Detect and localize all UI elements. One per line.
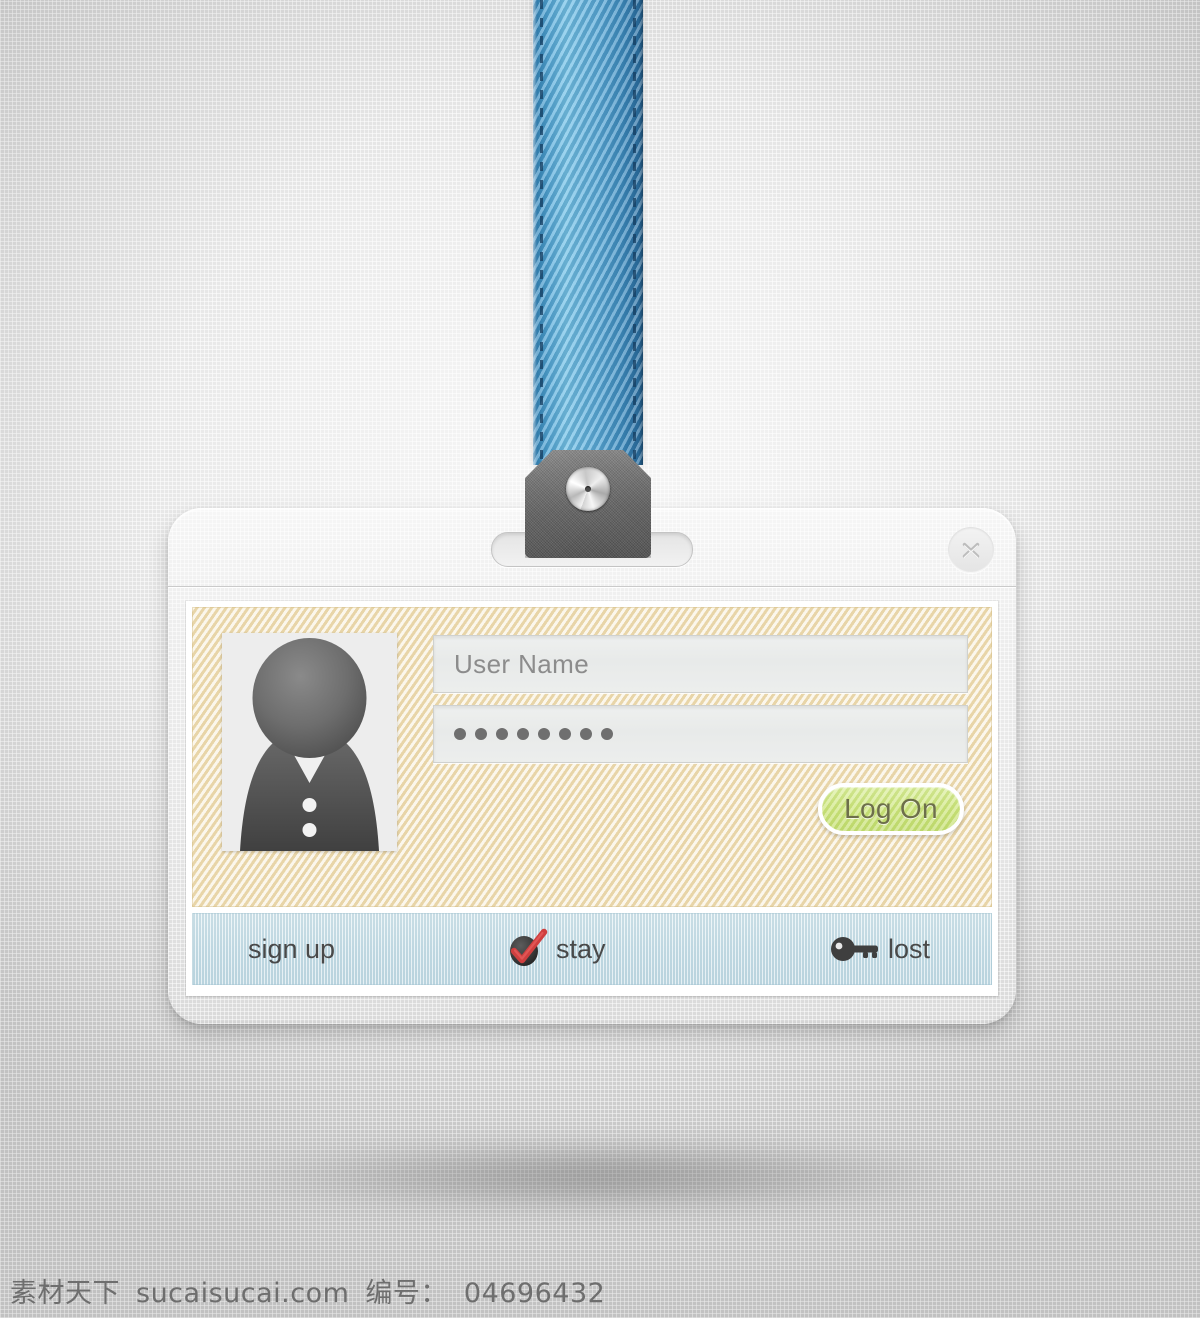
sign-up-label: sign up xyxy=(248,933,336,964)
logon-row: Log On xyxy=(433,783,968,835)
lanyard-stitch-left xyxy=(540,0,543,465)
card-drop-shadow xyxy=(230,1140,970,1212)
key-icon xyxy=(830,935,880,963)
lost-password-link[interactable]: lost xyxy=(830,934,930,965)
stay-label: stay xyxy=(556,933,606,964)
password-masked-dots xyxy=(454,728,613,740)
close-button[interactable] xyxy=(948,527,994,573)
password-input[interactable] xyxy=(433,705,968,763)
close-x-icon xyxy=(956,535,986,565)
watermark-site-cn: 素材天下 xyxy=(10,1278,120,1309)
card-header-divider xyxy=(168,586,1016,587)
lost-label: lost xyxy=(887,933,930,964)
log-on-button[interactable]: Log On xyxy=(818,783,964,835)
lanyard-edge-right xyxy=(639,0,643,465)
watermark-id-number: 04696432 xyxy=(463,1278,606,1309)
user-avatar-icon xyxy=(222,633,397,851)
lanyard-strap xyxy=(533,0,643,465)
card-inner-frame: User Name Log On sign up stay lost xyxy=(186,601,998,996)
stay-signed-in-toggle[interactable]: stay xyxy=(504,927,606,971)
metal-rivet-icon xyxy=(566,467,610,511)
avatar xyxy=(222,633,397,851)
id-badge-card: User Name Log On sign up stay lost xyxy=(168,508,1016,1024)
watermark: 素材天下 sucaisucai.com 编号： 04696432 xyxy=(10,1271,605,1310)
username-input[interactable]: User Name xyxy=(433,635,968,693)
watermark-site: sucaisucai.com xyxy=(136,1278,350,1309)
login-panel: User Name Log On xyxy=(192,607,992,907)
sign-up-link[interactable]: sign up xyxy=(248,934,335,965)
badge-clip xyxy=(525,450,651,558)
lanyard-stitch-right xyxy=(633,0,636,465)
footer-links-bar: sign up stay lost xyxy=(192,913,992,985)
watermark-id-label: 编号： xyxy=(365,1278,448,1309)
lanyard-edge-left xyxy=(533,0,537,465)
red-check-circle-icon xyxy=(504,927,548,971)
login-fields: User Name Log On xyxy=(397,633,968,907)
